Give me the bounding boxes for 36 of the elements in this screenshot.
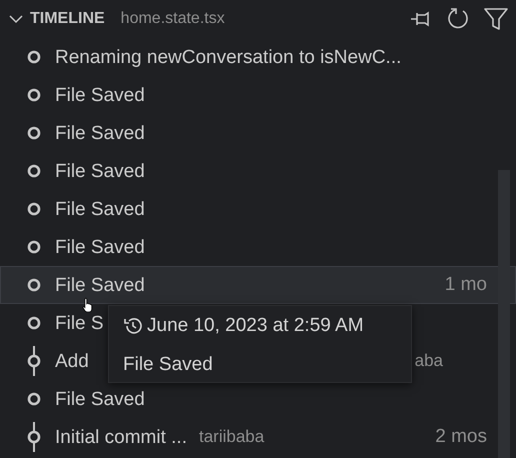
circle-icon — [27, 50, 41, 64]
circle-icon — [27, 278, 41, 292]
circle-icon — [27, 316, 41, 330]
hand-cursor-icon — [82, 297, 94, 312]
author-name: aba — [414, 350, 443, 372]
item-label: Add — [55, 352, 89, 370]
panel-title: TIMELINE — [30, 9, 105, 29]
author-name: tariibaba — [198, 426, 264, 448]
item-label: File S — [55, 314, 104, 332]
circle-icon — [27, 88, 41, 102]
circle-icon — [27, 240, 41, 254]
circle-icon — [27, 126, 41, 140]
file-name: home.state.tsx — [120, 9, 225, 29]
commit-icon — [27, 346, 41, 376]
item-label: File Saved — [55, 162, 145, 180]
item-label: Initial commit ... — [55, 428, 187, 446]
refresh-icon[interactable] — [448, 7, 470, 31]
relative-time: 2 mos — [435, 424, 487, 449]
item-label: File Saved — [55, 86, 145, 104]
item-label: Renaming newConversation to isNewC... — [55, 48, 402, 66]
scrollbar-thumb[interactable] — [498, 170, 510, 458]
tooltip-message: File Saved — [123, 354, 214, 374]
item-label: File Saved — [55, 390, 145, 408]
relative-time: 1 mo — [444, 272, 487, 297]
item-label: File Saved — [55, 200, 145, 218]
history-icon — [123, 316, 143, 336]
commit-icon — [27, 422, 41, 452]
filter-icon[interactable] — [484, 7, 508, 31]
item-label: File Saved — [55, 238, 145, 256]
item-label: File Saved — [55, 124, 145, 142]
circle-icon — [27, 392, 41, 406]
circle-icon — [27, 202, 41, 216]
item-label: File Saved — [55, 276, 145, 294]
timeline-item[interactable]: File Saved 1 mo — [0, 266, 516, 304]
tooltip-date: June 10, 2023 at 2:59 AM — [147, 314, 364, 338]
circle-icon — [27, 164, 41, 178]
